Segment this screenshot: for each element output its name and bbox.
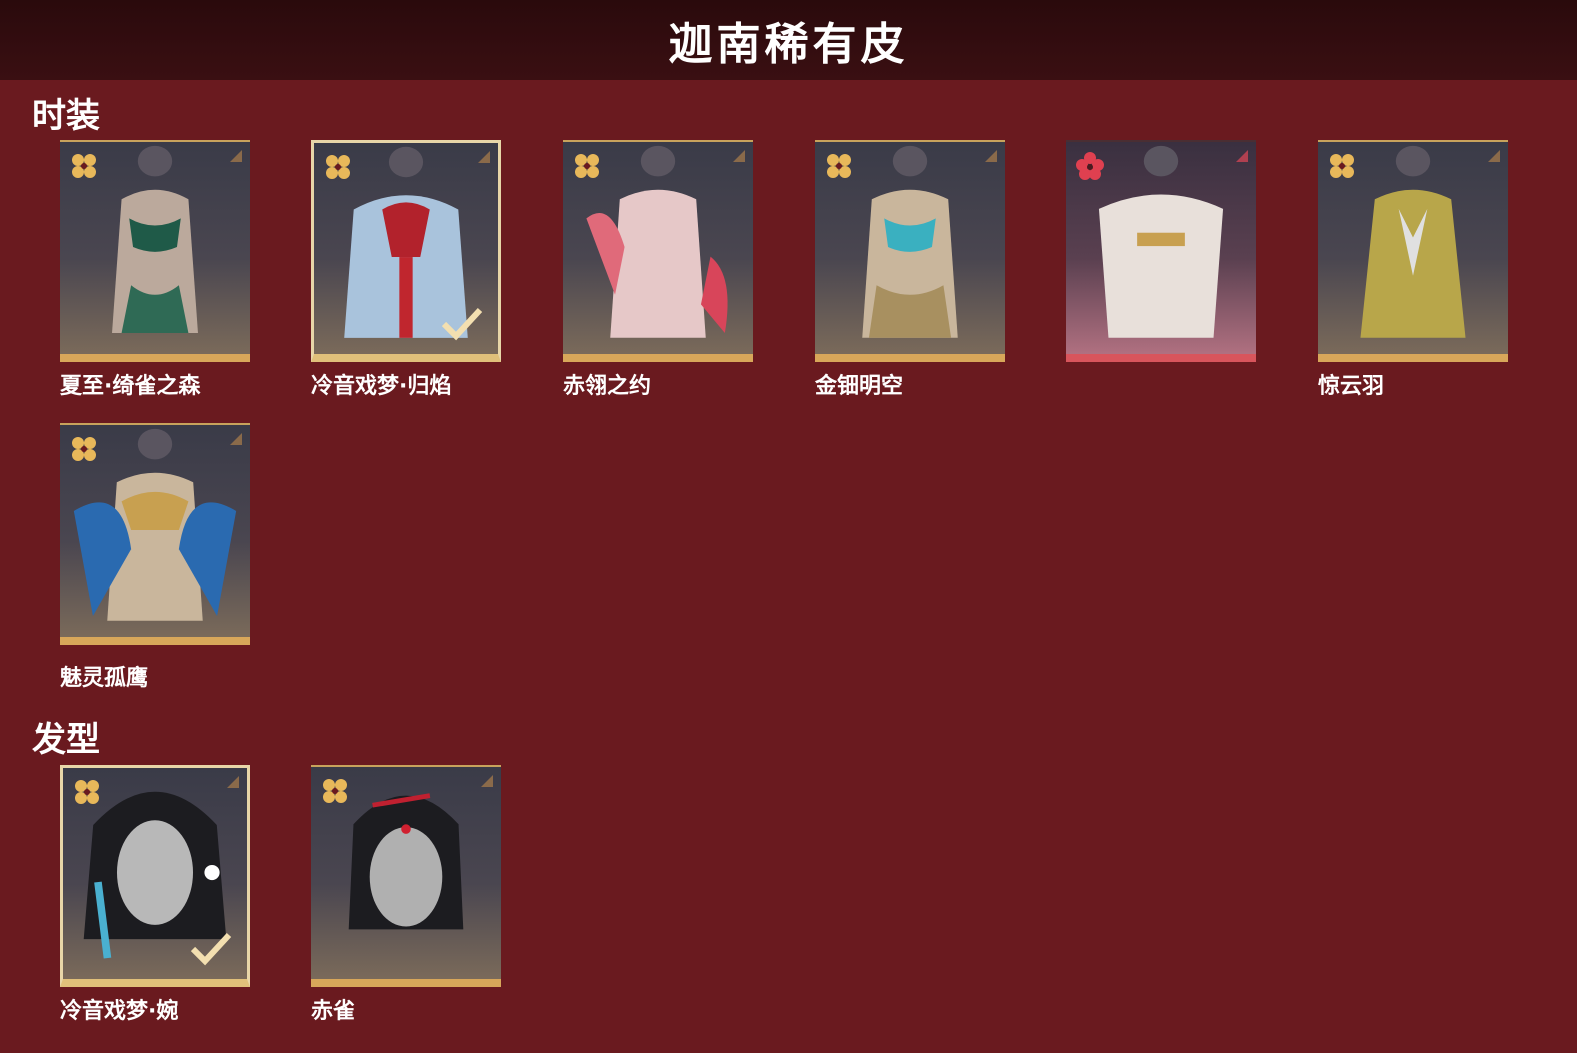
gold-flower-icon [827,154,851,178]
skin-label: 冷音戏梦·婉 [60,999,179,1024]
corner-mark-icon [481,775,493,787]
corner-mark-icon [1236,150,1248,162]
corner-mark-icon [985,150,997,162]
skin-label: 夏至·绮雀之森 [60,374,201,399]
gold-flower-icon [1330,154,1354,178]
gold-flower-icon [323,779,347,803]
corner-mark-icon [1488,150,1500,162]
corner-mark-icon [230,433,242,445]
skin-card[interactable] [60,765,250,987]
skin-label: 金钿明空 [815,374,904,399]
skin-label: 魅灵孤鹰 [60,666,149,691]
skin-label: 冷音戏梦·归焰 [311,374,452,399]
skin-label: 赤雀 [311,999,356,1024]
skin-card[interactable] [311,765,501,987]
owned-check-icon [441,307,483,341]
corner-mark-icon [478,151,490,163]
page-title: 迦南稀有皮 [668,19,909,70]
skin-card[interactable] [60,140,250,362]
section-title-hairstyles: 发型 [32,720,100,760]
skin-card[interactable] [1318,140,1508,362]
red-flower-icon [1076,152,1104,180]
skin-label: 赤翎之约 [563,374,652,399]
skin-card[interactable] [563,140,753,362]
skin-card[interactable] [311,140,501,362]
page-header: 迦南稀有皮 [0,0,1577,80]
skin-card[interactable] [1066,140,1256,362]
corner-mark-icon [230,150,242,162]
skin-card[interactable] [815,140,1005,362]
gold-flower-icon [75,780,99,804]
gold-flower-icon [72,437,96,461]
corner-mark-icon [227,776,239,788]
section-title-outfits: 时装 [32,96,100,136]
skin-label: 惊云羽 [1318,374,1385,399]
corner-mark-icon [733,150,745,162]
gold-flower-icon [575,154,599,178]
gold-flower-icon [72,154,96,178]
gold-flower-icon [326,155,350,179]
skin-card[interactable] [60,423,250,645]
owned-check-icon [190,932,232,966]
